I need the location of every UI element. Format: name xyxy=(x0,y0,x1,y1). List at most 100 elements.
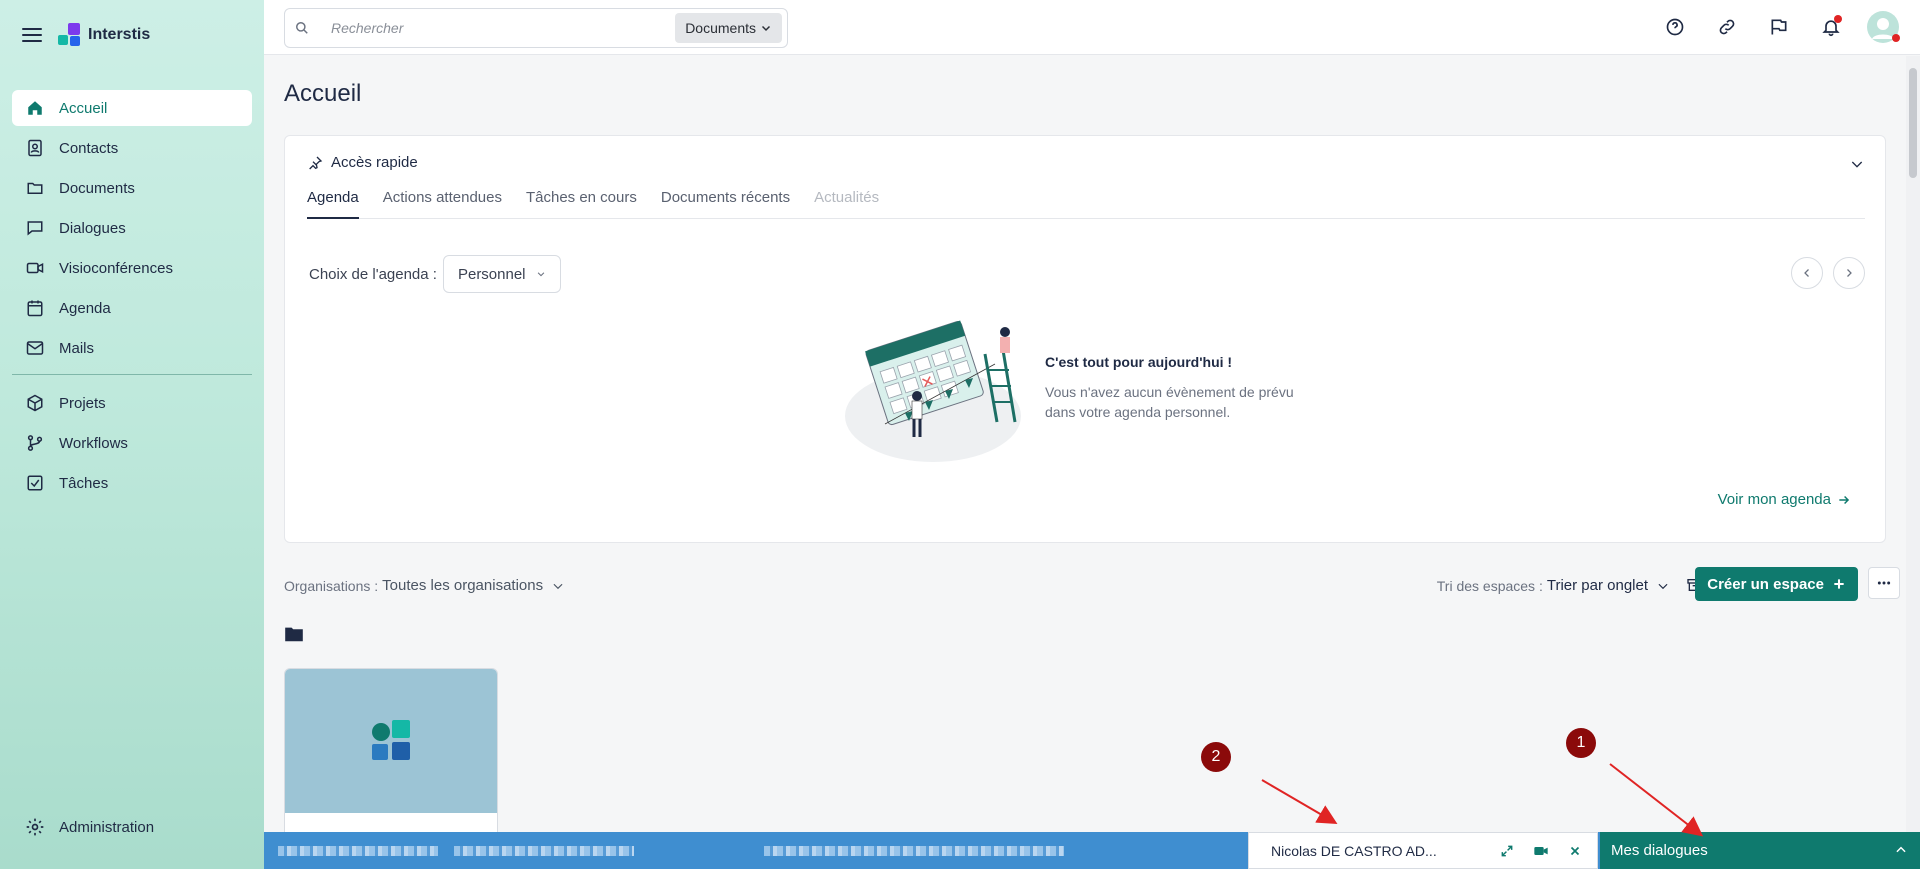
chat-window-tab[interactable]: Nicolas DE CASTRO AD... xyxy=(1248,832,1598,869)
quick-access-header[interactable]: Accès rapide xyxy=(307,154,418,171)
prev-day-button[interactable] xyxy=(1791,257,1823,289)
organisation-value: Toutes les organisations xyxy=(382,577,544,594)
organisation-filter[interactable]: Organisations : Toutes les organisations xyxy=(284,577,565,594)
tab-actualites: Actualités xyxy=(814,189,880,206)
blurred-content xyxy=(764,846,1064,856)
chat-actions xyxy=(1481,843,1583,859)
page-title: Accueil xyxy=(284,80,362,107)
menu-icon[interactable] xyxy=(22,28,42,42)
next-day-button[interactable] xyxy=(1833,257,1865,289)
sidebar-item-administration[interactable]: Administration xyxy=(12,809,252,845)
chevron-down-icon xyxy=(551,579,565,593)
sidebar-item-label: Mails xyxy=(59,339,95,357)
space-logo-icon xyxy=(372,720,410,760)
create-space-button[interactable]: Créer un espace xyxy=(1695,567,1858,601)
annotation-marker-2: 2 xyxy=(1201,742,1231,772)
sidebar-item-accueil[interactable]: Accueil xyxy=(12,90,252,126)
expand-icon[interactable] xyxy=(1499,843,1515,859)
sidebar-item-label: Accueil xyxy=(59,99,108,117)
contacts-icon xyxy=(24,137,46,159)
empty-agenda-illustration xyxy=(845,304,1025,464)
search-bar[interactable]: Rechercher Documents xyxy=(284,8,788,48)
agenda-select-value: Personnel xyxy=(457,265,526,283)
agenda-pager xyxy=(1781,257,1865,289)
notification-bell-icon[interactable] xyxy=(1814,10,1848,44)
chevron-down-icon xyxy=(760,22,772,34)
logo[interactable]: Interstis xyxy=(58,23,150,47)
search-icon xyxy=(295,21,309,35)
sidebar-item-visio[interactable]: Visioconférences xyxy=(12,250,252,286)
flag-icon[interactable] xyxy=(1762,10,1796,44)
header-actions xyxy=(1640,10,1900,44)
more-options-button[interactable] xyxy=(1868,567,1900,599)
search-scope-select[interactable]: Documents xyxy=(675,13,782,43)
sidebar-divider xyxy=(12,374,252,375)
search-input[interactable]: Rechercher xyxy=(331,20,675,36)
my-dialogs-label: Mes dialogues xyxy=(1611,842,1708,859)
cube-icon xyxy=(24,392,46,414)
empty-state: C'est tout pour aujourd'hui ! Vous n'ave… xyxy=(1045,354,1315,422)
pin-icon xyxy=(307,155,323,171)
sidebar-item-contacts[interactable]: Contacts xyxy=(12,130,252,166)
gear-icon xyxy=(24,816,46,838)
sort-filter[interactable]: Tri des espaces : Trier par onglet xyxy=(1437,577,1670,594)
annotation-marker-1: 1 xyxy=(1566,728,1596,758)
agenda-select[interactable]: Personnel xyxy=(442,255,561,293)
empty-state-subtitle: Vous n'avez aucun évènement de prévu dan… xyxy=(1045,384,1294,420)
sidebar-item-workflows[interactable]: Workflows xyxy=(12,425,252,461)
sidebar-item-label: Tâches xyxy=(59,474,109,492)
notification-dot xyxy=(1834,15,1842,23)
status-dot xyxy=(1892,34,1900,42)
chevron-up-icon xyxy=(1894,843,1908,861)
logo-mark-icon xyxy=(58,23,82,47)
main-content: Accueil Accès rapide Agenda Actions atte… xyxy=(264,56,1900,869)
folder-icon xyxy=(24,177,46,199)
empty-state-title: C'est tout pour aujourd'hui ! xyxy=(1045,354,1233,370)
view-agenda-link[interactable]: Voir mon agenda xyxy=(1718,491,1851,508)
app-name: Interstis xyxy=(88,26,151,43)
scrollbar-thumb[interactable] xyxy=(1909,68,1917,178)
view-agenda-label: Voir mon agenda xyxy=(1717,491,1831,508)
calendar-icon xyxy=(24,297,46,319)
tab-agenda[interactable]: Agenda xyxy=(307,189,359,219)
chat-contact-name: Nicolas DE CASTRO AD... xyxy=(1271,842,1437,859)
link-icon[interactable] xyxy=(1710,10,1744,44)
arrow-right-icon xyxy=(1837,493,1851,507)
blurred-content xyxy=(454,846,634,856)
tab-taches-en-cours[interactable]: Tâches en cours xyxy=(526,189,637,219)
organisation-label: Organisations : xyxy=(284,577,379,594)
quick-access-card: Accès rapide Agenda Actions attendues Tâ… xyxy=(284,135,1886,543)
sort-label: Tri des espaces : xyxy=(1436,577,1543,594)
main-scrollbar[interactable] xyxy=(1906,56,1920,832)
my-dialogs-bar[interactable]: Mes dialogues xyxy=(1600,832,1920,869)
quick-access-title: Accès rapide xyxy=(331,154,418,171)
sidebar-item-documents[interactable]: Documents xyxy=(12,170,252,206)
sidebar-item-agenda[interactable]: Agenda xyxy=(12,290,252,326)
video-call-icon[interactable] xyxy=(1533,843,1549,859)
tab-documents-recents[interactable]: Documents récents xyxy=(661,189,790,219)
folder-icon[interactable] xyxy=(284,626,304,647)
sidebar-item-label: Documents xyxy=(59,179,135,197)
avatar-image xyxy=(1867,11,1900,43)
tab-actions-attendues[interactable]: Actions attendues xyxy=(383,189,502,219)
avatar[interactable] xyxy=(1866,10,1900,44)
sidebar-item-mails[interactable]: Mails xyxy=(12,330,252,366)
sidebar-item-label: Workflows xyxy=(59,434,128,452)
close-icon[interactable] xyxy=(1567,843,1583,859)
help-icon[interactable] xyxy=(1658,10,1692,44)
sidebar-item-projets[interactable]: Projets xyxy=(12,385,252,421)
sidebar-item-label: Projets xyxy=(59,394,106,412)
quick-access-tabs: Agenda Actions attendues Tâches en cours… xyxy=(307,189,1865,219)
collapse-chevron-icon[interactable] xyxy=(1849,156,1865,177)
plus-icon xyxy=(1832,577,1846,591)
blurred-content xyxy=(278,846,438,856)
sidebar-admin: Administration xyxy=(12,809,252,849)
sidebar-item-taches[interactable]: Tâches xyxy=(12,465,252,501)
sidebar-item-label: Dialogues xyxy=(59,219,126,237)
spaces-filters: Organisations : Toutes les organisations… xyxy=(284,567,1900,603)
search-scope-label: Documents xyxy=(685,20,756,36)
chevron-down-icon xyxy=(1656,579,1670,593)
create-space-label: Créer un espace xyxy=(1707,575,1824,593)
sidebar-nav: Accueil Contacts Documents Dialogues Vis… xyxy=(0,90,264,501)
sidebar-item-dialogues[interactable]: Dialogues xyxy=(12,210,252,246)
